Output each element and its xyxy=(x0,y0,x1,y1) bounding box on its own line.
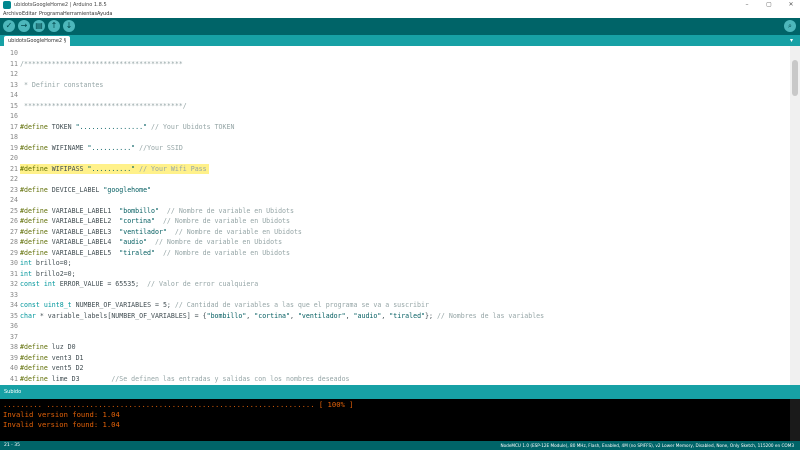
code-line[interactable]: #define lime D3 //Se definen las entrada… xyxy=(20,374,350,385)
line-number: 13 xyxy=(10,80,18,89)
menu-archivo[interactable]: Archivo xyxy=(3,10,22,18)
status-text: Subido xyxy=(4,389,22,395)
line-number: 40 xyxy=(10,364,18,372)
code-line[interactable]: const uint8_t NUMBER_OF_VARIABLES = 5; /… xyxy=(20,300,429,311)
line-number: 18 xyxy=(10,133,18,141)
window-title: ubidotsGoogleHome2 | Arduino 1.8.5 xyxy=(14,2,107,8)
upload-button[interactable]: → xyxy=(18,20,30,32)
menu-herramientas[interactable]: Herramientas xyxy=(63,10,97,18)
console-line: ......... ..............................… xyxy=(3,400,354,409)
sketch-tab[interactable]: ubidotsGoogleHome2 § xyxy=(4,36,71,46)
line-number: 12 xyxy=(10,70,18,78)
code-line[interactable]: char * variable_labels[NUMBER_OF_VARIABL… xyxy=(20,311,544,322)
line-number: 35 xyxy=(10,311,18,320)
code-line[interactable]: #define vent5 D2 xyxy=(20,363,84,374)
code-line[interactable]: #define TOKEN "................" // Your… xyxy=(20,122,234,133)
line-number-gutter: 10 11 12 13 14 15 16 17 18 19 20 21 22 23 24 25 26 27 28 29… xyxy=(0,46,20,385)
code-editor[interactable]: 10 11 12 13 14 15 16 17 18 19 20 21 22 23 24 25 26 27 28 29… xyxy=(0,46,800,385)
close-button[interactable]: ✕ xyxy=(784,0,798,10)
line-number: 32 xyxy=(10,280,18,288)
line-number: 19 xyxy=(10,143,18,152)
console-output: ......... ..............................… xyxy=(0,399,800,441)
line-number: 17 xyxy=(10,122,18,131)
code-line[interactable]: #define VARIABLE_LABEL2 "cortina" // Nom… xyxy=(20,216,290,227)
console-line: Invalid version found: 1.04 xyxy=(3,410,120,419)
code-line[interactable]: #define DEVICE_LABEL "googlehome" xyxy=(20,185,151,196)
serial-monitor-button[interactable]: ⌕ xyxy=(784,20,796,32)
toolbar: ✓ → ▤ ↑ ↓ ⌕ xyxy=(0,18,800,35)
line-number: 27 xyxy=(10,227,18,236)
code-line[interactable]: #define VARIABLE_LABEL4 "audio" // Nombr… xyxy=(20,237,282,248)
code-line[interactable]: * Definir constantes xyxy=(20,80,103,91)
line-number: 22 xyxy=(10,175,18,183)
new-sketch-button[interactable]: ▤ xyxy=(33,20,45,32)
line-number: 26 xyxy=(10,217,18,225)
minimize-button[interactable]: – xyxy=(740,0,754,10)
line-number: 34 xyxy=(10,301,18,309)
line-number: 31 xyxy=(10,269,18,278)
cursor-position: 21 - 35 xyxy=(4,443,20,448)
arduino-app-icon xyxy=(3,1,11,9)
line-number: 36 xyxy=(10,322,18,330)
code-line[interactable]: #define VARIABLE_LABEL5 "tiraled" // Nom… xyxy=(20,248,290,259)
menu-ayuda[interactable]: Ayuda xyxy=(97,10,112,18)
menu-editar[interactable]: Editar xyxy=(22,10,37,18)
line-number: 23 xyxy=(10,185,18,194)
line-number: 21 xyxy=(10,164,18,173)
editor-scrollbar[interactable] xyxy=(790,46,800,385)
line-number: 15 xyxy=(10,101,18,110)
board-info: NodeMCU 1.0 (ESP-12E Module), 80 MHz, Fl… xyxy=(500,443,794,448)
save-sketch-button[interactable]: ↓ xyxy=(63,20,75,32)
line-number: 38 xyxy=(10,343,18,351)
line-number: 41 xyxy=(10,374,18,383)
line-number: 11 xyxy=(10,59,18,68)
line-number: 29 xyxy=(10,248,18,257)
code-line[interactable]: #define WIFINAME ".........." //Your SSI… xyxy=(20,143,183,154)
line-number: 37 xyxy=(10,332,18,341)
line-number: 33 xyxy=(10,290,18,299)
code-line[interactable]: ****************************************… xyxy=(20,101,187,112)
code-area[interactable]: /***************************************… xyxy=(20,46,790,385)
line-number: 25 xyxy=(10,206,18,215)
line-number: 16 xyxy=(10,112,18,120)
line-number: 28 xyxy=(10,238,18,246)
code-line[interactable]: #define VARIABLE_LABEL1 "bombillo" // No… xyxy=(20,206,294,217)
verify-button[interactable]: ✓ xyxy=(3,20,15,32)
code-line[interactable]: #define luz D0 xyxy=(20,342,76,353)
line-number: 20 xyxy=(10,154,18,162)
maximize-button[interactable]: ▢ xyxy=(762,0,776,10)
menu-bar: Archivo Editar Programa Herramientas Ayu… xyxy=(0,10,800,18)
line-number: 30 xyxy=(10,259,18,267)
console-scrollbar[interactable] xyxy=(790,399,800,441)
menu-programa[interactable]: Programa xyxy=(39,10,63,18)
open-sketch-button[interactable]: ↑ xyxy=(48,20,60,32)
footer-bar: 21 - 35 NodeMCU 1.0 (ESP-12E Module), 80… xyxy=(0,441,800,450)
code-line[interactable]: const int ERROR_VALUE = 65535; // Valor … xyxy=(20,279,258,290)
console-line: Invalid version found: 1.04 xyxy=(3,420,120,429)
line-number: 24 xyxy=(10,196,18,204)
code-line[interactable]: int brillo2=0; xyxy=(20,269,76,280)
code-line[interactable]: int brillo=0; xyxy=(20,258,72,269)
line-number: 14 xyxy=(10,91,18,99)
tab-bar: ubidotsGoogleHome2 § ▾ xyxy=(0,35,800,46)
title-bar: ubidotsGoogleHome2 | Arduino 1.8.5 – ▢ ✕ xyxy=(0,0,800,10)
code-line[interactable]: #define VARIABLE_LABEL3 "ventilador" // … xyxy=(20,227,302,238)
status-bar: Subido xyxy=(0,385,800,399)
code-line[interactable]: /***************************************… xyxy=(20,59,183,70)
code-line[interactable]: #define WIFIPASS ".........." // Your Wi… xyxy=(20,163,209,174)
code-line[interactable]: #define vent3 D1 xyxy=(20,353,84,364)
line-number: 39 xyxy=(10,353,18,362)
line-number: 10 xyxy=(10,49,18,57)
editor-scrollbar-thumb[interactable] xyxy=(792,60,798,96)
tab-menu-icon[interactable]: ▾ xyxy=(787,36,796,45)
